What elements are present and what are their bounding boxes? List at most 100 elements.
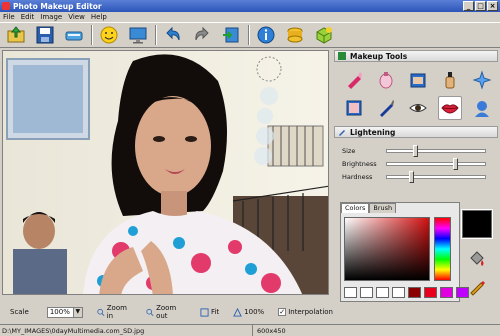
eyeliner-tool[interactable] [374, 96, 398, 120]
tab-colors[interactable]: Colors [341, 203, 370, 213]
scale-value: 100% [49, 307, 70, 316]
makeup-tools-title: Makeup Tools [350, 51, 408, 61]
pencil-icon[interactable] [468, 278, 486, 296]
hardness-slider[interactable] [386, 170, 486, 183]
color-tabs: Colors Brush [341, 203, 459, 213]
scanner-icon [65, 31, 83, 41]
size-label: Size [342, 146, 356, 155]
maximize-button[interactable]: □ [475, 1, 486, 11]
monitor-button[interactable] [126, 24, 150, 46]
interpolation-checkbox[interactable]: ✓ [278, 308, 287, 316]
save-icon [36, 26, 54, 44]
bottle-tool[interactable] [438, 68, 462, 92]
actual-size-button[interactable]: 100% [233, 307, 265, 317]
size-slider-thumb[interactable] [413, 144, 419, 157]
eyeshadow-icon [346, 100, 362, 116]
saturation-value-field[interactable] [344, 217, 430, 281]
lightening-title: Lightening [350, 127, 396, 137]
toolbar-separator [155, 25, 157, 45]
color-swatch[interactable] [376, 287, 389, 298]
minimize-button[interactable]: _ [463, 1, 474, 11]
brightness-label: Brightness [342, 159, 377, 168]
image-canvas[interactable] [2, 50, 329, 295]
save-button[interactable] [33, 24, 57, 46]
color-swatch[interactable] [344, 287, 357, 298]
lightening-header[interactable]: Lightening [334, 126, 498, 138]
sparkle-tool[interactable] [470, 68, 494, 92]
box-button[interactable] [312, 24, 336, 46]
redo-button[interactable] [190, 24, 214, 46]
menu-file[interactable]: File [3, 13, 15, 21]
hue-slider[interactable] [434, 217, 451, 281]
size-slider[interactable] [386, 144, 486, 157]
foreground-color[interactable] [461, 209, 493, 239]
scanner-button[interactable] [62, 24, 86, 46]
eyeshadow-tool[interactable] [342, 96, 366, 120]
foundation-icon [410, 73, 426, 88]
menu-view[interactable]: View [68, 13, 85, 21]
menu-image[interactable]: Image [40, 13, 62, 21]
menu-help[interactable]: Help [91, 13, 107, 21]
color-picker: Colors Brush [340, 202, 469, 302]
open-button[interactable] [4, 24, 28, 46]
brightness-slider-thumb[interactable] [452, 157, 458, 170]
palette-icon [338, 52, 346, 60]
close-button[interactable]: × [487, 1, 498, 11]
interpolation-label: Interpolation [288, 308, 333, 316]
color-swatch[interactable] [392, 287, 405, 298]
eye-tool[interactable] [406, 96, 430, 120]
color-swatch[interactable] [408, 287, 421, 298]
hardness-slider-thumb[interactable] [408, 170, 414, 183]
scale-label: Scale [10, 308, 29, 316]
menu-bar: File Edit Image View Help [0, 12, 500, 22]
chevron-down-icon: ▼ [72, 307, 82, 317]
tools-panel: Makeup Tools Lightening Size Brightness … [334, 50, 498, 318]
tab-brush[interactable]: Brush [369, 203, 397, 213]
view-controls: Scale 100% ▼ Zoom in Zoom out Fit 100% ✓… [0, 304, 333, 320]
zoom-out-label: Zoom out [156, 304, 177, 320]
photo-image [3, 51, 328, 294]
makeup-tools-grid [334, 62, 498, 126]
export-button[interactable] [219, 24, 243, 46]
powder-tool[interactable] [374, 68, 398, 92]
color-swatch[interactable] [424, 287, 437, 298]
coins-icon [287, 27, 303, 43]
powder-icon [379, 72, 393, 89]
file-path: D:\MY_IMAGES\0dayMultimedia.com_SD.jpg [0, 324, 253, 336]
color-swatch[interactable] [440, 287, 453, 298]
bottle-icon [445, 72, 455, 89]
undo-icon [166, 26, 180, 41]
app-icon [2, 2, 10, 10]
paint-bucket-icon[interactable] [468, 250, 486, 268]
interpolation-toggle[interactable]: ✓ Interpolation [278, 308, 333, 316]
scale-select[interactable]: 100% ▼ [46, 306, 83, 318]
lips-icon [441, 104, 459, 114]
brightness-slider[interactable] [386, 157, 486, 170]
monitor-icon [129, 27, 147, 44]
lipstick-tool[interactable] [342, 68, 366, 92]
image-size: 600x450 [257, 326, 286, 335]
makeup-tools-header[interactable]: Makeup Tools [334, 50, 498, 62]
smile-button[interactable] [97, 24, 121, 46]
swatch-row [344, 287, 469, 298]
foundation-tool[interactable] [406, 68, 430, 92]
undo-button[interactable] [161, 24, 185, 46]
size-slider-row: Size [334, 144, 498, 157]
actual-size-label: 100% [244, 308, 265, 316]
open-icon [7, 26, 25, 43]
color-swatch[interactable] [360, 287, 373, 298]
hardness-slider-row: Hardness [334, 170, 498, 183]
zoom-in-button[interactable]: Zoom in [97, 304, 132, 320]
fit-button[interactable]: Fit [200, 307, 220, 317]
coins-button[interactable] [283, 24, 307, 46]
main-toolbar [0, 22, 500, 48]
zoom-out-button[interactable]: Zoom out [146, 304, 186, 320]
redo-icon [195, 26, 209, 41]
lips-tool[interactable] [438, 96, 462, 120]
zoom-in-icon [97, 308, 105, 316]
fit-label: Fit [210, 308, 220, 316]
info-button[interactable] [254, 24, 278, 46]
menu-edit[interactable]: Edit [21, 13, 35, 21]
face-tool[interactable] [470, 96, 494, 120]
toolbar-separator [248, 25, 250, 45]
